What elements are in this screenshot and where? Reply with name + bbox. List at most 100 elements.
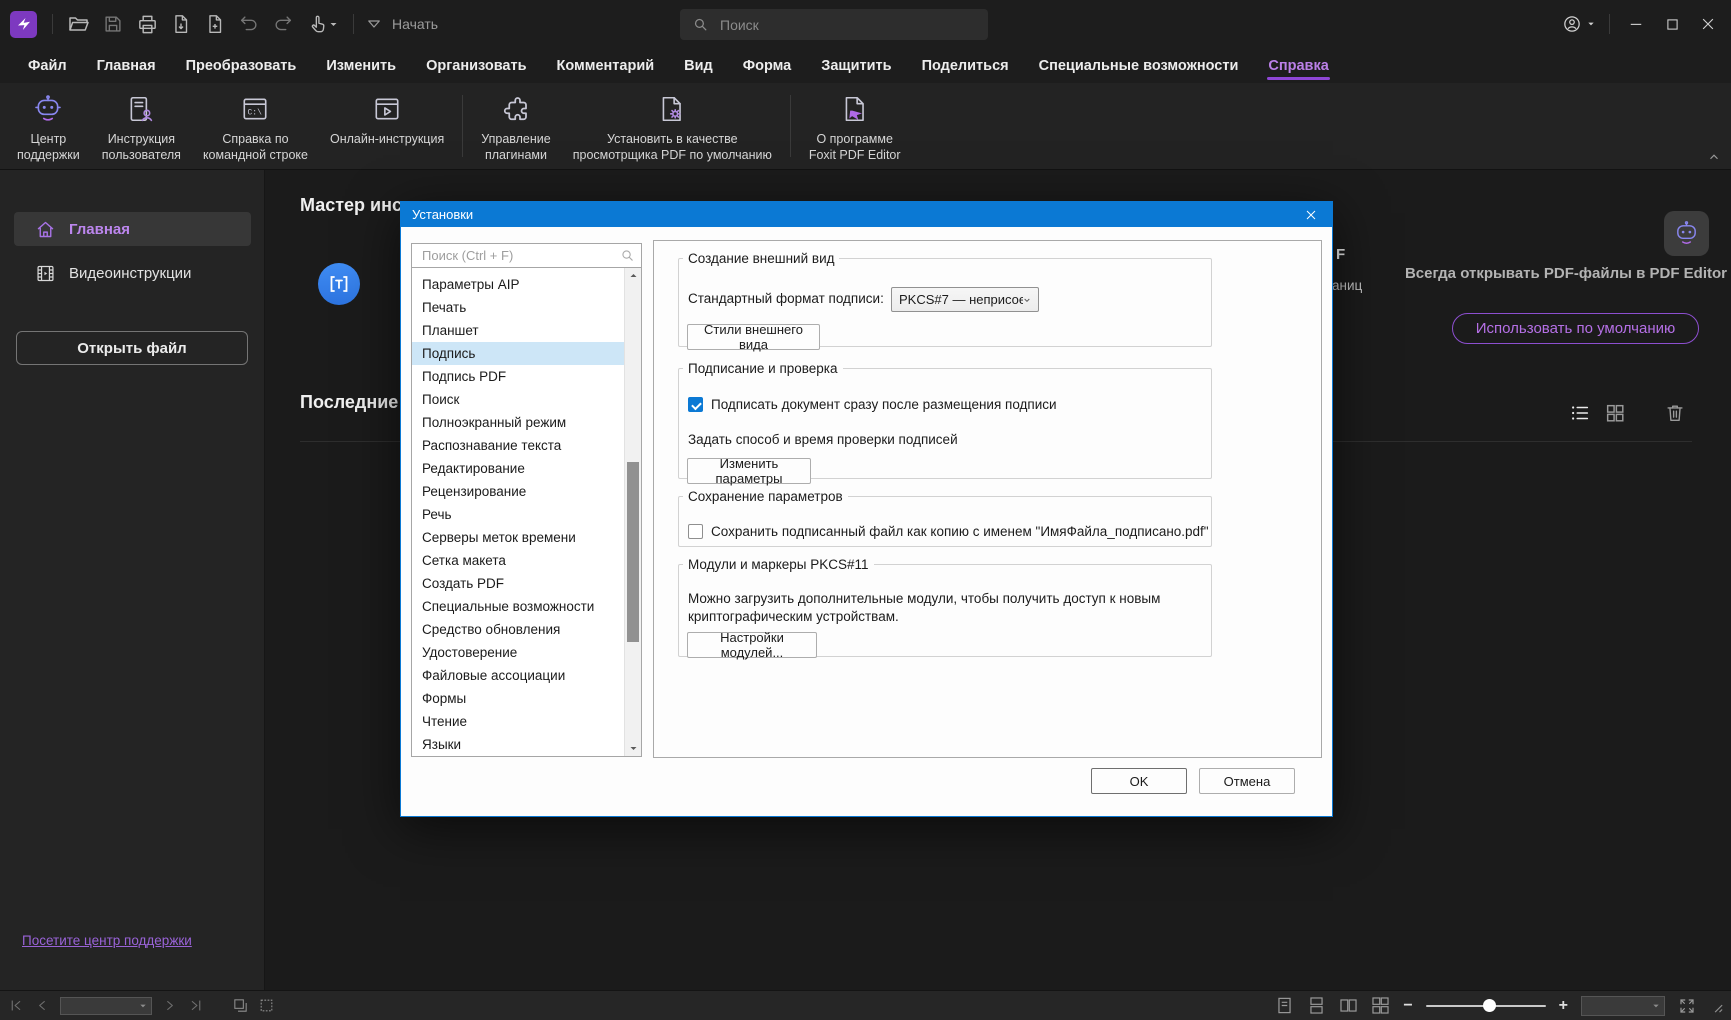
support-center-button[interactable]: Центрподдержки [6, 83, 91, 169]
single-page-view-icon[interactable] [1275, 996, 1294, 1015]
grid-view-icon[interactable] [1603, 401, 1627, 425]
menu-organize[interactable]: Организовать [411, 51, 541, 81]
category-item[interactable]: Параметры AIP [412, 273, 625, 296]
set-default-viewer-button[interactable]: Установить в качествепросмотрщика PDF по… [562, 83, 783, 169]
open-file-icon[interactable] [64, 9, 94, 39]
tool-wizard-icon[interactable] [318, 263, 360, 305]
category-item[interactable]: Чтение [412, 710, 625, 733]
category-item[interactable]: Редактирование [412, 457, 625, 480]
scroll-down-icon[interactable] [625, 741, 641, 756]
about-foxit-button[interactable]: О программеFoxit PDF Editor [798, 83, 912, 169]
use-as-default-button[interactable]: Использовать по умолчанию [1452, 313, 1699, 344]
close-icon[interactable] [1691, 9, 1725, 39]
category-item[interactable]: Файловые ассоциации [412, 664, 625, 687]
minimize-icon[interactable] [1619, 9, 1653, 39]
category-item[interactable]: Полноэкранный режим [412, 411, 625, 434]
menu-share[interactable]: Поделиться [907, 51, 1024, 81]
maximize-icon[interactable] [1655, 9, 1689, 39]
list-scrollbar[interactable] [624, 268, 641, 756]
trash-icon[interactable] [1663, 401, 1687, 425]
change-settings-button[interactable]: Изменить параметры [687, 458, 811, 484]
fullscreen-icon[interactable] [1678, 997, 1696, 1015]
facing-continuous-view-icon[interactable] [1371, 996, 1390, 1015]
undo-icon[interactable] [234, 9, 264, 39]
clipboard-select-icon[interactable] [258, 997, 275, 1014]
category-item[interactable]: Серверы меток времени [412, 526, 625, 549]
category-item[interactable]: Распознавание текста [412, 434, 625, 457]
menu-form[interactable]: Форма [728, 51, 807, 81]
new-document-icon[interactable] [200, 9, 230, 39]
menu-help[interactable]: Справка [1253, 51, 1343, 81]
category-item[interactable]: Планшет [412, 319, 625, 342]
dialog-close-icon[interactable] [1290, 202, 1332, 227]
category-item[interactable]: Языки [412, 733, 625, 756]
save-signed-copy-checkbox[interactable] [688, 524, 703, 539]
support-center-link[interactable]: Посетите центр поддержки [22, 933, 192, 948]
sign-immediately-checkbox[interactable] [688, 397, 703, 412]
resize-grip[interactable] [1709, 999, 1723, 1013]
zoom-in-icon[interactable]: + [1559, 998, 1568, 1014]
snapshot-icon[interactable] [232, 997, 249, 1014]
category-item[interactable]: Удостоверение [412, 641, 625, 664]
appearance-styles-button[interactable]: Стили внешнего вида [687, 324, 820, 350]
category-item[interactable]: Рецензирование [412, 480, 625, 503]
sidebar-item-home[interactable]: Главная [14, 212, 251, 246]
continuous-view-icon[interactable] [1307, 996, 1326, 1015]
redo-icon[interactable] [268, 9, 298, 39]
category-item[interactable]: Средство обновления [412, 618, 625, 641]
menu-protect[interactable]: Защитить [806, 51, 906, 81]
global-search-input[interactable] [718, 16, 976, 34]
hand-tool-icon[interactable] [302, 9, 342, 39]
category-item[interactable]: Специальные возможности [412, 595, 625, 618]
open-file-button[interactable]: Открыть файл [16, 331, 248, 365]
zoom-slider[interactable] [1426, 1005, 1546, 1007]
start-menu-button[interactable]: Начать [365, 15, 438, 33]
command-line-help-button[interactable]: C:\ Справка покомандной строке [192, 83, 319, 169]
menu-file[interactable]: Файл [13, 51, 82, 81]
menu-view[interactable]: Вид [669, 51, 728, 81]
export-document-icon[interactable] [166, 9, 196, 39]
first-page-icon[interactable] [8, 997, 25, 1014]
list-view-icon[interactable] [1568, 401, 1592, 425]
ok-button[interactable]: OK [1091, 768, 1187, 794]
module-settings-button[interactable]: Настройки модулей... [687, 632, 817, 658]
cancel-button[interactable]: Отмена [1199, 768, 1295, 794]
dialog-titlebar[interactable]: Установки [401, 202, 1332, 227]
collapse-ribbon-icon[interactable] [1707, 150, 1721, 164]
category-item[interactable]: Печать [412, 296, 625, 319]
page-number-dropdown[interactable] [60, 997, 152, 1015]
next-page-icon[interactable] [161, 997, 178, 1014]
category-item[interactable]: Речь [412, 503, 625, 526]
zoom-out-icon[interactable]: − [1403, 998, 1412, 1014]
preferences-search-box[interactable] [411, 243, 642, 268]
menu-comment[interactable]: Комментарий [542, 51, 670, 81]
signature-format-dropdown[interactable]: PKCS#7 — неприсоедине [891, 287, 1039, 312]
category-item[interactable]: Формы [412, 687, 625, 710]
online-tutorial-button[interactable]: Онлайн-инструкция [319, 83, 455, 169]
zoom-level-dropdown[interactable] [1581, 996, 1665, 1016]
previous-page-icon[interactable] [34, 997, 51, 1014]
global-search-box[interactable] [680, 9, 988, 40]
scrollbar-thumb[interactable] [627, 462, 639, 642]
category-item-selected[interactable]: Подпись [412, 342, 625, 365]
preferences-search-input[interactable] [420, 247, 620, 264]
menu-home[interactable]: Главная [82, 51, 171, 81]
zoom-slider-knob[interactable] [1483, 999, 1496, 1012]
last-page-icon[interactable] [187, 997, 204, 1014]
print-icon[interactable] [132, 9, 162, 39]
ai-assistant-icon[interactable] [1664, 211, 1709, 256]
facing-view-icon[interactable] [1339, 996, 1358, 1015]
category-item[interactable]: Подпись PDF [412, 365, 625, 388]
menu-convert[interactable]: Преобразовать [171, 51, 312, 81]
account-icon[interactable] [1556, 9, 1600, 39]
menu-edit[interactable]: Изменить [311, 51, 411, 81]
menu-accessibility[interactable]: Специальные возможности [1024, 51, 1254, 81]
category-item[interactable]: Поиск [412, 388, 625, 411]
manage-plugins-button[interactable]: Управлениеплагинами [470, 83, 562, 169]
user-manual-button[interactable]: Инструкцияпользователя [91, 83, 192, 169]
category-item[interactable]: Создать PDF [412, 572, 625, 595]
category-item[interactable]: Сетка макета [412, 549, 625, 572]
sidebar-item-video-tutorials[interactable]: Видеоинструкции [14, 256, 251, 290]
scroll-up-icon[interactable] [625, 268, 641, 283]
save-icon[interactable] [98, 9, 128, 39]
